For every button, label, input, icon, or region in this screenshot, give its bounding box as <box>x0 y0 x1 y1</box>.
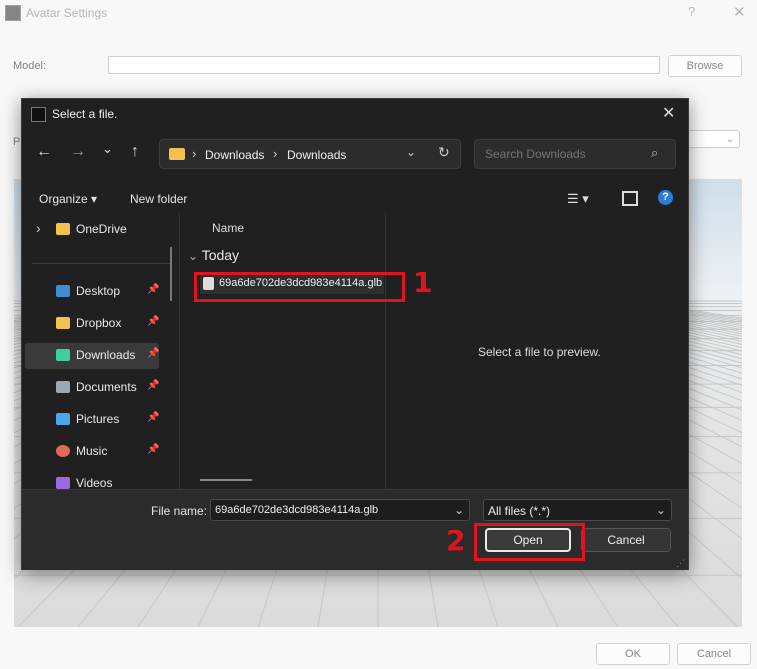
download-arrow-icon <box>56 349 70 361</box>
help-icon[interactable]: ? <box>658 190 673 205</box>
documents-icon <box>56 381 70 393</box>
file-name-label: File name: <box>151 504 208 518</box>
pin-icon: 📌 <box>147 380 160 391</box>
new-folder-button[interactable]: New folder <box>130 192 187 206</box>
dialog-close-icon[interactable]: ✕ <box>662 103 675 123</box>
collapse-chevron-icon: ⌄ <box>188 249 199 263</box>
navigation-pane[interactable]: › OneDrive Desktop 📌 Dropbox 📌 Downloads… <box>22 213 178 489</box>
horizontal-scrollbar[interactable] <box>200 479 252 481</box>
sidebar-item-videos[interactable]: Videos <box>25 471 159 489</box>
desktop-icon <box>56 285 70 297</box>
sidebar-item-label: Videos <box>76 476 113 489</box>
sidebar-item-label: Music <box>76 444 108 458</box>
pin-icon: 📌 <box>147 316 160 327</box>
dropbox-folder-icon <box>56 317 70 329</box>
sidebar-item-music[interactable]: Music 📌 <box>25 439 159 465</box>
chevron-down-icon[interactable]: ⌄ <box>454 503 464 517</box>
onedrive-folder-icon <box>56 223 70 235</box>
command-bar: Organize ▾ New folder ☰ ▾ ? <box>22 183 688 213</box>
sidebar-item-desktop[interactable]: Desktop 📌 <box>25 279 159 305</box>
back-arrow-icon[interactable]: ← <box>36 143 52 161</box>
sidebar-item-label: Pictures <box>76 412 120 426</box>
breadcrumb-downloads[interactable]: Downloads <box>205 148 264 162</box>
chevron-down-icon[interactable]: ⌄ <box>656 503 666 517</box>
folder-icon <box>169 148 185 160</box>
refresh-icon[interactable]: ↻ <box>438 144 450 161</box>
sidebar-item-documents[interactable]: Documents 📌 <box>25 375 159 401</box>
pin-icon: 📌 <box>147 444 160 455</box>
videos-icon <box>56 477 70 489</box>
preview-pane-icon[interactable] <box>622 191 638 206</box>
search-icon[interactable]: ⌕ <box>651 145 658 161</box>
annotation-number-2: 2 <box>446 524 466 557</box>
recent-locations-chevron-icon[interactable]: ⌄ <box>102 141 113 157</box>
sidebar-item-label: Desktop <box>76 284 121 298</box>
sidebar-item-downloads[interactable]: Downloads 📌 <box>25 343 159 369</box>
address-dropdown-icon[interactable]: ⌄ <box>406 145 416 159</box>
pin-icon: 📌 <box>147 284 160 295</box>
preview-placeholder: Select a file to preview. <box>478 345 601 359</box>
music-icon <box>56 445 70 457</box>
dialog-app-icon <box>31 107 46 122</box>
file-type-select[interactable]: All files (*.*) ⌄ <box>483 499 672 521</box>
file-name-input[interactable]: 69a6de702de3dcd983e4114a.glb ⌄ <box>210 499 470 521</box>
sidebar-item-pictures[interactable]: Pictures 📌 <box>25 407 159 433</box>
expand-chevron-icon[interactable]: › <box>36 220 41 236</box>
dialog-title: Select a file. <box>52 107 118 121</box>
sidebar-item-label: Dropbox <box>76 316 122 330</box>
address-bar[interactable]: › Downloads › Downloads ⌄ ↻ <box>159 139 461 169</box>
file-list-pane[interactable]: Name ⌄ Today 69a6de702de3dcd983e4114a.gl… <box>180 213 385 489</box>
breadcrumb-downloads-current[interactable]: Downloads <box>287 148 346 162</box>
dialog-cancel-button[interactable]: Cancel <box>581 528 671 552</box>
sidebar-scrollbar[interactable] <box>170 247 172 301</box>
sidebar-divider <box>32 263 172 264</box>
sidebar-item-onedrive[interactable]: › OneDrive <box>25 217 159 243</box>
sidebar-item-dropbox[interactable]: Dropbox 📌 <box>25 311 159 337</box>
annotation-number-1: 1 <box>413 266 433 299</box>
search-box[interactable]: ⌕ <box>474 139 676 169</box>
file-name-value: 69a6de702de3dcd983e4114a.glb <box>215 504 379 516</box>
sidebar-item-label: OneDrive <box>76 222 127 236</box>
sidebar-item-label: Downloads <box>76 348 136 362</box>
file-type-value: All files (*.*) <box>488 504 551 518</box>
pictures-icon <box>56 413 70 425</box>
column-header-name[interactable]: Name <box>212 221 244 235</box>
organize-button[interactable]: Organize ▾ <box>39 192 97 206</box>
breadcrumb-separator-icon: › <box>273 146 278 161</box>
group-label: Today <box>201 247 240 263</box>
breadcrumb-separator-icon: › <box>192 146 197 161</box>
sidebar-item-label: Documents <box>76 380 137 394</box>
view-options-icon[interactable]: ☰ ▾ <box>567 191 589 207</box>
file-dialog: Select a file. ✕ ← → ⌄ ↑ › Downloads › D… <box>21 98 689 570</box>
pin-icon: 📌 <box>147 412 160 423</box>
annotation-box-step-1 <box>194 272 405 302</box>
annotation-box-step-2 <box>474 523 585 561</box>
resize-grip-icon[interactable]: ⋰ <box>676 558 685 569</box>
up-arrow-icon[interactable]: ↑ <box>131 143 139 161</box>
pin-icon: 📌 <box>147 348 160 359</box>
forward-arrow-icon[interactable]: → <box>70 143 86 161</box>
dialog-footer: File name: 69a6de702de3dcd983e4114a.glb … <box>22 489 688 570</box>
group-header-today[interactable]: ⌄ Today <box>188 247 239 263</box>
search-input[interactable] <box>483 146 647 162</box>
pane-splitter[interactable] <box>385 213 386 489</box>
